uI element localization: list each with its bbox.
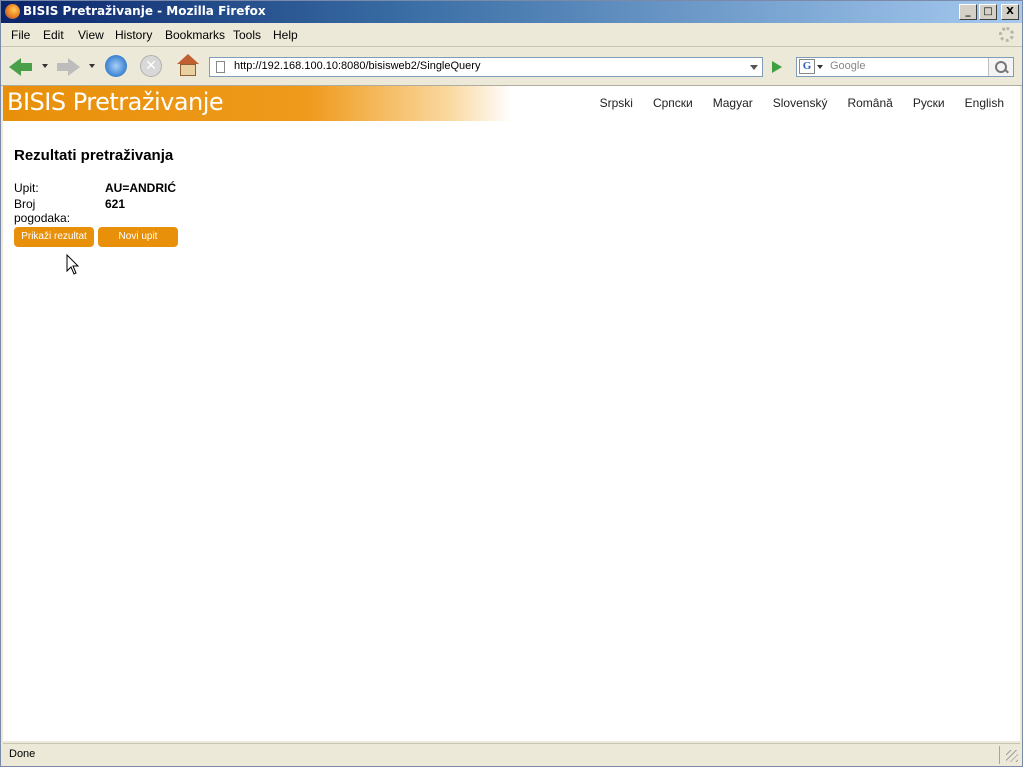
back-history-dropdown-icon[interactable] bbox=[42, 64, 48, 68]
url-bar[interactable]: http://192.168.100.10:8080/bisisweb2/Sin… bbox=[209, 57, 763, 77]
lang-link-slovensky[interactable]: Slovenský bbox=[773, 96, 828, 110]
page-content: BISIS Pretraživanje Srpski Српски Magyar… bbox=[3, 86, 1020, 741]
menu-tools[interactable]: Tools bbox=[233, 28, 261, 42]
new-query-button[interactable]: Novi upit bbox=[98, 227, 178, 247]
page-title: Rezultati pretraživanja bbox=[14, 147, 174, 164]
lang-link-romana[interactable]: Română bbox=[847, 96, 892, 110]
minimize-button[interactable]: _ bbox=[959, 4, 977, 20]
forward-history-dropdown-icon[interactable] bbox=[89, 64, 95, 68]
query-value: AU=ANDRIĆ bbox=[105, 181, 177, 195]
lang-link-magyar[interactable]: Magyar bbox=[713, 96, 753, 110]
window-controls: _ □ X bbox=[959, 4, 1019, 20]
show-results-button[interactable]: Prikaži rezultat bbox=[14, 227, 94, 247]
status-text: Done bbox=[9, 748, 36, 760]
navigation-toolbar: ✕ http://192.168.100.10:8080/bisisweb2/S… bbox=[1, 47, 1022, 86]
search-icon[interactable] bbox=[988, 58, 1013, 76]
resize-grip-icon[interactable] bbox=[1006, 750, 1018, 762]
url-text[interactable]: http://192.168.100.10:8080/bisisweb2/Sin… bbox=[234, 60, 480, 72]
mouse-cursor-icon bbox=[66, 254, 80, 275]
status-separator bbox=[999, 746, 1000, 764]
go-arrow-icon[interactable] bbox=[767, 57, 787, 77]
menu-view[interactable]: View bbox=[78, 28, 104, 42]
google-engine-icon[interactable]: G bbox=[799, 59, 815, 74]
lang-link-srpski[interactable]: Srpski bbox=[600, 96, 633, 110]
menu-history[interactable]: History bbox=[115, 28, 152, 42]
hits-label: Broj pogodaka: bbox=[14, 197, 71, 225]
lang-link-srpski-cyrillic[interactable]: Српски bbox=[653, 96, 693, 110]
lang-link-russian[interactable]: Руски bbox=[913, 96, 945, 110]
maximize-button[interactable]: □ bbox=[979, 4, 997, 20]
window-title: BISIS Pretraživanje - Mozilla Firefox bbox=[23, 4, 266, 18]
search-bar[interactable]: G Google bbox=[796, 57, 1014, 77]
close-button[interactable]: X bbox=[1001, 4, 1019, 20]
query-label: Upit: bbox=[14, 181, 39, 195]
engine-dropdown-icon[interactable] bbox=[817, 65, 823, 69]
browser-window: BISIS Pretraživanje - Mozilla Firefox _ … bbox=[0, 0, 1023, 767]
site-logo-text: BISIS Pretraživanje bbox=[7, 88, 224, 116]
menu-edit[interactable]: Edit bbox=[43, 28, 64, 42]
menu-file[interactable]: File bbox=[11, 28, 30, 42]
language-links: Srpski Српски Magyar Slovenský Română Ру… bbox=[600, 96, 1004, 110]
search-input[interactable]: Google bbox=[830, 60, 865, 72]
menu-bar: File Edit View History Bookmarks Tools H… bbox=[1, 24, 1022, 47]
home-icon[interactable] bbox=[176, 54, 200, 78]
url-history-dropdown-icon[interactable] bbox=[746, 58, 762, 76]
firefox-icon bbox=[5, 4, 20, 19]
hits-value: 621 bbox=[105, 197, 126, 211]
activity-throbber-icon bbox=[999, 27, 1014, 42]
status-bar: Done bbox=[3, 743, 1020, 766]
lang-link-english[interactable]: English bbox=[965, 96, 1004, 110]
back-arrow-icon[interactable] bbox=[9, 55, 33, 77]
menu-bookmarks[interactable]: Bookmarks bbox=[165, 28, 225, 42]
header-banner: BISIS Pretraživanje Srpski Српски Magyar… bbox=[3, 86, 1020, 121]
forward-arrow-icon[interactable] bbox=[56, 55, 80, 77]
menu-help[interactable]: Help bbox=[273, 28, 298, 42]
page-icon bbox=[216, 61, 225, 73]
title-bar: BISIS Pretraživanje - Mozilla Firefox _ … bbox=[1, 1, 1022, 23]
reload-icon[interactable] bbox=[105, 55, 127, 77]
stop-icon[interactable]: ✕ bbox=[140, 55, 162, 77]
